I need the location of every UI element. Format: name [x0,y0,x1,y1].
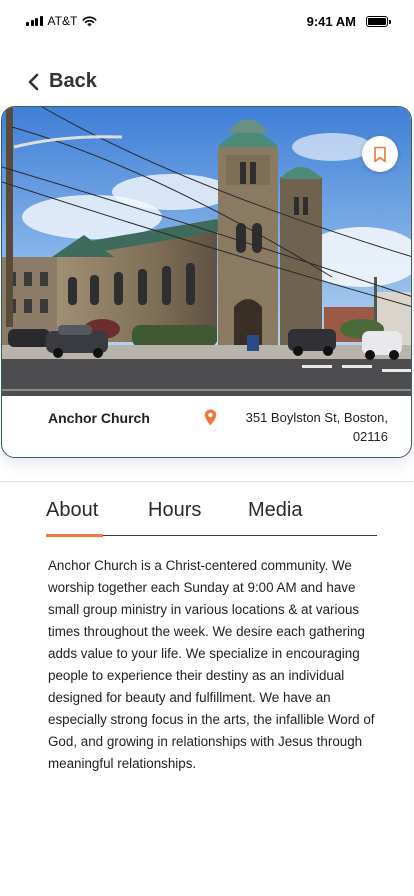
battery-icon [366,16,391,27]
bookmark-button[interactable] [362,136,398,172]
location-pin-icon [204,409,217,426]
tab-hours[interactable]: Hours [148,499,201,522]
church-name: Anchor Church [48,410,150,426]
chevron-left-icon [28,73,39,90]
back-label: Back [49,70,97,92]
tab-about[interactable]: About [46,499,98,522]
active-tab-indicator [46,534,103,537]
signal-icon [26,16,43,26]
section-divider [0,481,414,482]
church-card[interactable]: Anchor Church 351 Boylston St, Boston, 0… [1,106,412,458]
clock: 9:41 AM [306,14,356,29]
church-photo [2,107,411,396]
carrier-label: AT&T [47,14,78,28]
status-right: 9:41 AM [306,14,391,29]
wifi-icon [82,16,97,26]
bookmark-icon [374,146,386,162]
about-description: Anchor Church is a Christ-centered commu… [48,558,375,771]
status-bar: AT&T 9:41 AM [0,0,414,44]
status-left: AT&T [26,14,97,28]
church-address: 351 Boylston St, Boston, 02116 [245,410,388,444]
back-button[interactable]: Back [28,70,97,93]
tab-media[interactable]: Media [248,499,302,522]
tab-bar: About Hours Media [46,495,377,537]
